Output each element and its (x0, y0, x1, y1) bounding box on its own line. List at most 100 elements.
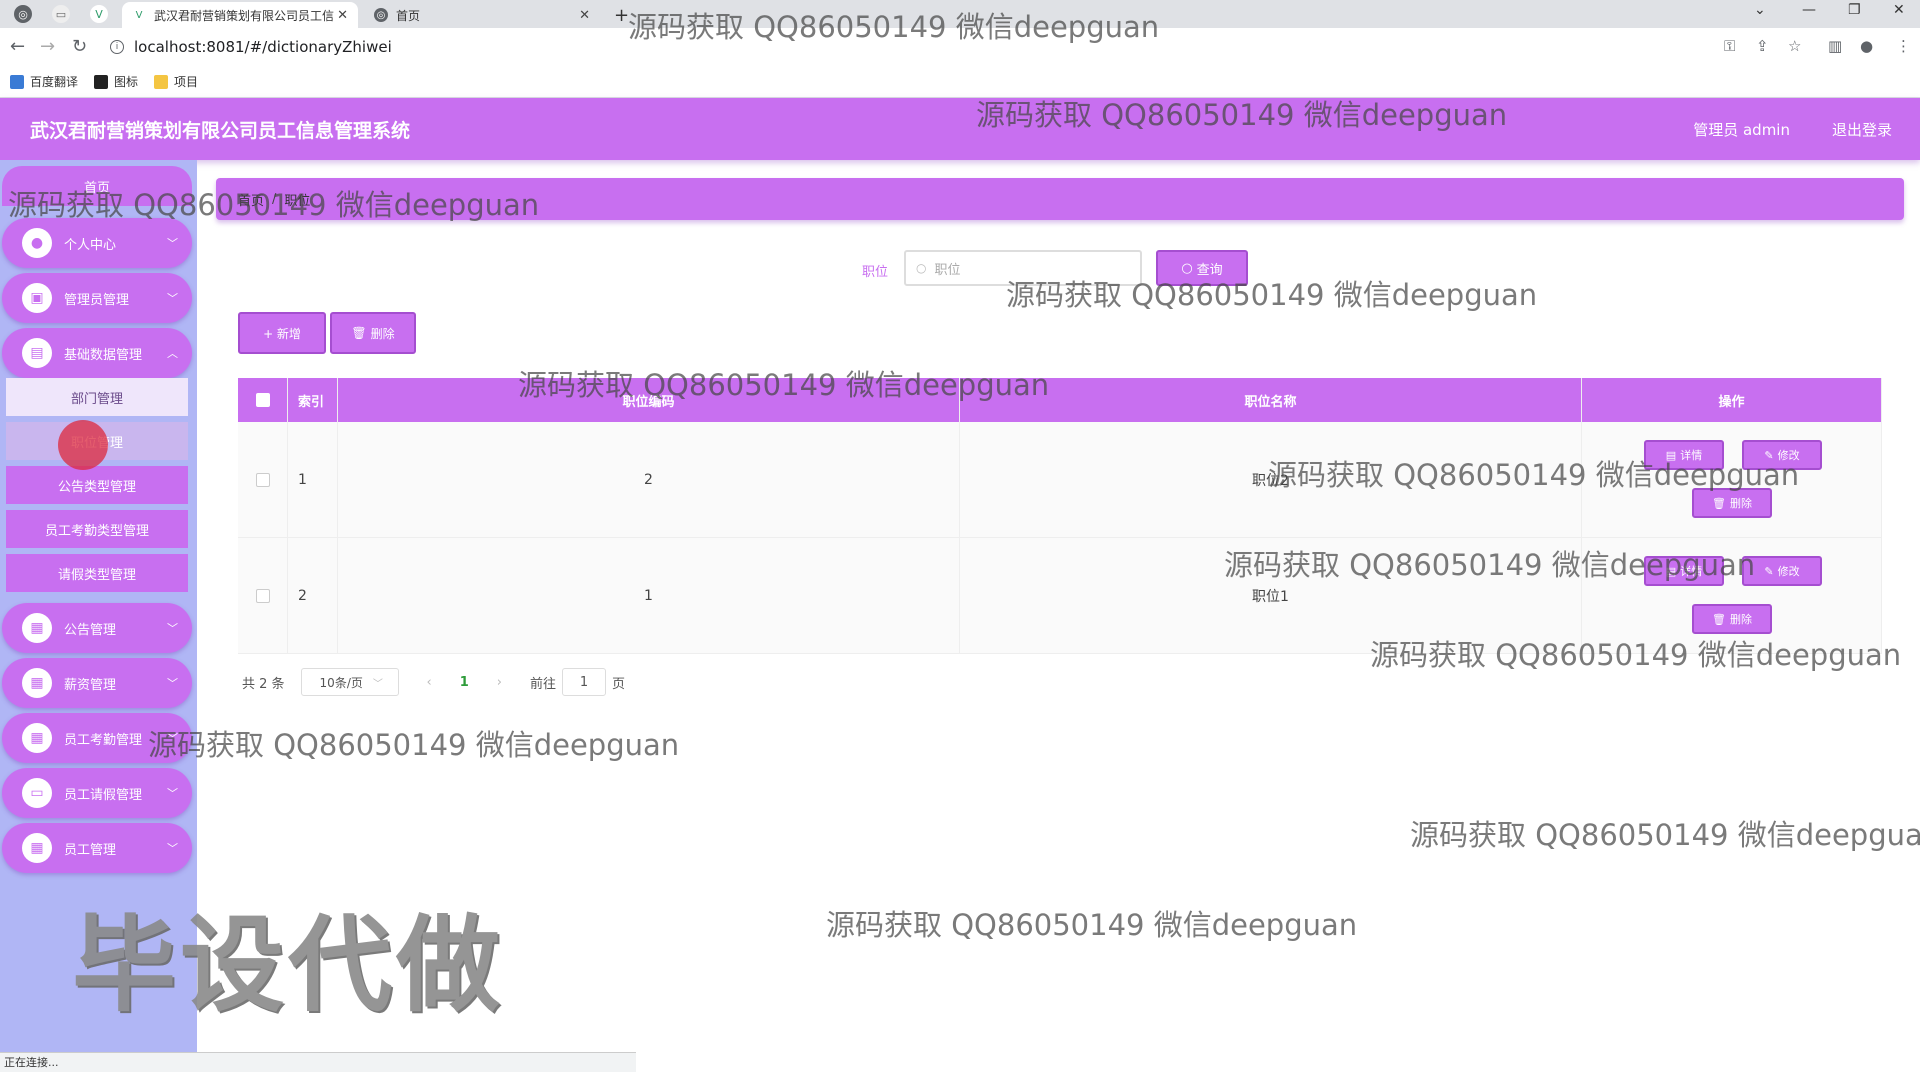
url-text: localhost:8081/#/dictionaryZhiwei (134, 38, 392, 56)
click-indicator (58, 420, 108, 470)
add-button[interactable]: + 新增 (238, 312, 326, 354)
browser-status-bar: 正在连接... (0, 1052, 636, 1072)
sidebar-item-label: 员工管理 (64, 842, 117, 858)
submenu-item-notice-type[interactable]: 公告类型管理 (6, 466, 188, 506)
search-label: 职位 (862, 265, 889, 280)
key-icon[interactable]: ⚿ (1724, 37, 1735, 55)
logout-link[interactable]: 退出登录 (1832, 119, 1892, 140)
folder-icon (154, 74, 169, 89)
sidebar-item-employee[interactable]: ▦ 员工管理 ﹀ (2, 823, 192, 873)
submenu-item-attendance-type[interactable]: 员工考勤类型管理 (6, 510, 188, 550)
bookmark-item[interactable]: 百度翻译 (10, 73, 78, 90)
edit-label: 修改 (1777, 565, 1800, 578)
prev-page-icon[interactable]: ‹ (427, 675, 432, 690)
submenu-item-leave-type[interactable]: 请假类型管理 (6, 554, 188, 594)
row-checkbox[interactable] (255, 472, 270, 487)
submenu-item-department[interactable]: 部门管理 (6, 378, 188, 418)
sidebar-item-salary[interactable]: ▦ 薪资管理 ﹀ (2, 658, 192, 708)
tab-home[interactable]: ◎ 首页 ✕ (364, 2, 600, 28)
page-size-value: 10条/页 (319, 675, 363, 690)
image-icon (94, 74, 109, 89)
bookmark-item[interactable]: 图标 (94, 73, 138, 90)
forward-icon[interactable]: → (40, 36, 55, 57)
sidebar-item-notice[interactable]: ▦ 公告管理 ﹀ (2, 603, 192, 653)
close-window-icon[interactable]: ✕ (1893, 2, 1905, 18)
grid-icon: ▦ (22, 833, 52, 863)
info-icon[interactable]: i (110, 40, 124, 54)
select-all-cell (238, 378, 288, 422)
goto-label: 前往 (530, 676, 557, 692)
share-icon[interactable]: ⇪ (1756, 37, 1769, 55)
batch-delete-button[interactable]: 🗑 删除 (330, 312, 416, 354)
close-icon[interactable]: ✕ (579, 8, 590, 23)
watermark-text: 源码获取 QQ86050149 微信deepguan (976, 98, 1508, 132)
minimize-icon[interactable]: — (1802, 2, 1816, 18)
row-checkbox[interactable] (255, 588, 270, 603)
bookmark-item[interactable]: 项目 (154, 73, 198, 90)
row-select-cell (238, 538, 288, 653)
delete-button[interactable]: 🗑 删除 (1692, 604, 1772, 634)
tab-active[interactable]: V 武汉君耐营销策划有限公司员工信 ✕ (122, 2, 358, 28)
pinned-tab-icon[interactable]: ▭ (52, 5, 70, 23)
sidebar-item-leave[interactable]: ▭ 员工请假管理 ﹀ (2, 768, 192, 818)
chevron-down-icon: ﹀ (372, 678, 383, 690)
admin-icon: ▣ (22, 283, 52, 313)
pinned-tab-icon[interactable]: ◎ (14, 5, 32, 23)
watermark-large: 毕设代做 (72, 904, 505, 1026)
trash-icon: 🗑 (351, 326, 367, 340)
reload-icon[interactable]: ↻ (72, 36, 87, 57)
close-icon[interactable]: ✕ (337, 8, 348, 23)
sidebar-item-basic-data[interactable]: ▤ 基础数据管理 ︿ (2, 328, 192, 378)
batch-delete-label: 删除 (370, 326, 395, 341)
user-icon: ● (22, 228, 52, 258)
goto-page-input[interactable]: 1 (562, 668, 607, 696)
sidebar-item-admin[interactable]: ▣ 管理员管理 ﹀ (2, 273, 192, 323)
tab-title: 武汉君耐营销策划有限公司员工信 (154, 8, 334, 23)
watermark-text: 源码获取 QQ86050149 微信deepguan (148, 728, 680, 762)
watermark-text: 源码获取 QQ86050149 微信deepguan (518, 368, 1050, 402)
column-header-actions: 操作 (1582, 378, 1882, 422)
grid-icon: ▦ (22, 723, 52, 753)
back-icon[interactable]: ← (10, 36, 25, 57)
chevron-down-icon[interactable]: ⌄ (1754, 2, 1766, 18)
cell-index: 2 (288, 538, 338, 653)
page-number-current[interactable]: 1 (460, 675, 469, 690)
app-title: 武汉君耐营销策划有限公司员工信息管理系统 (30, 119, 411, 142)
sidebar-item-personal[interactable]: ● 个人中心 ﹀ (2, 218, 192, 268)
cell-index: 1 (288, 422, 338, 537)
app-header: 武汉君耐营销策划有限公司员工信息管理系统 管理员 admin 退出登录 (0, 98, 1920, 160)
chevron-down-icon: ﹀ (167, 677, 178, 690)
position-table: 索引 职位编码 职位名称 操作 1 2 职位2 ▤ 详情 ✎ 修改 🗑 删除 2 1 … (238, 378, 1882, 654)
next-page-icon[interactable]: › (497, 675, 502, 690)
sidebar-item-label: 管理员管理 (64, 292, 130, 308)
translate-icon (10, 74, 24, 89)
vue-icon: V (135, 9, 143, 21)
sidebar-item-label: 个人中心 (64, 237, 117, 253)
watermark-text: 源码获取 QQ86050149 微信deepguan (1006, 278, 1538, 312)
chevron-down-icon: ﹀ (167, 787, 178, 800)
grid-icon: ▦ (22, 613, 52, 643)
chevron-up-icon: ︿ (167, 347, 178, 360)
trash-icon: 🗑 (1712, 496, 1726, 510)
delete-label: 删除 (1729, 497, 1752, 510)
pagination: 共 2 条 10条/页 ﹀ ‹ 1 › 前往 1 页 (242, 668, 625, 696)
restore-icon[interactable]: ❐ (1848, 2, 1861, 18)
delete-label: 删除 (1729, 613, 1752, 626)
sidepanel-icon[interactable]: ▥ (1828, 37, 1842, 55)
pinned-tab-vue-icon[interactable]: V (90, 5, 108, 23)
watermark-text: 源码获取 QQ86050149 微信deepguan (628, 10, 1160, 44)
watermark-text: 源码获取 QQ86050149 微信deepguan (826, 908, 1358, 942)
chevron-down-icon: ﹀ (167, 842, 178, 855)
select-all-checkbox[interactable] (255, 393, 270, 407)
watermark-text: 源码获取 QQ86050149 微信deepguan (1268, 458, 1800, 492)
search-placeholder: 职位 (934, 262, 961, 278)
column-header-name: 职位名称 (960, 378, 1582, 422)
row-select-cell (238, 422, 288, 537)
star-icon[interactable]: ☆ (1788, 37, 1801, 55)
cell-code: 2 (338, 422, 960, 537)
menu-dots-icon[interactable]: ⋮ (1896, 37, 1911, 55)
sidebar-item-label: 员工考勤管理 (64, 732, 143, 748)
page-size-select[interactable]: 10条/页 ﹀ (300, 668, 399, 696)
profile-icon[interactable]: ● (1860, 37, 1873, 55)
table-header: 索引 职位编码 职位名称 操作 (238, 378, 1882, 422)
